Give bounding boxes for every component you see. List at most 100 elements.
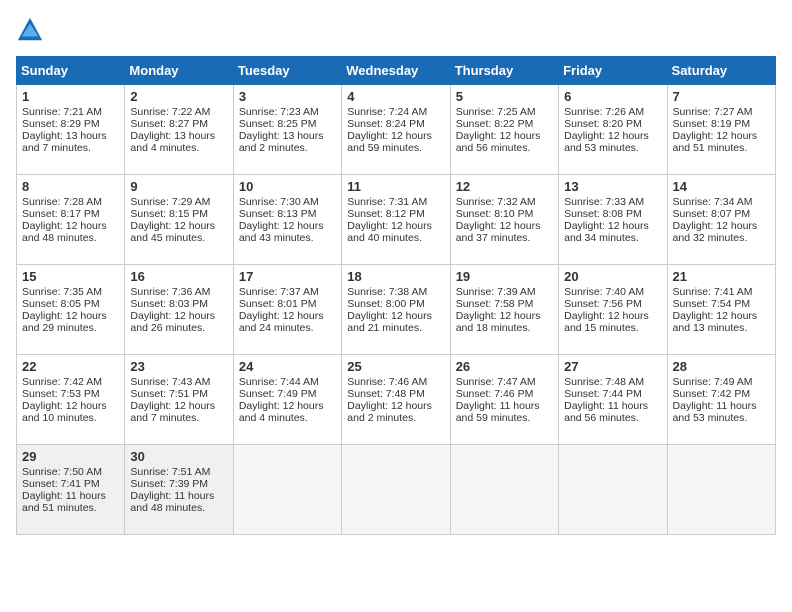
sunset: Sunset: 8:03 PM bbox=[130, 298, 208, 310]
day-number: 3 bbox=[239, 89, 336, 104]
daylight: Daylight: 11 hours and 53 minutes. bbox=[673, 400, 757, 424]
sunset: Sunset: 8:25 PM bbox=[239, 118, 317, 130]
sunrise: Sunrise: 7:36 AM bbox=[130, 286, 210, 298]
day-number: 9 bbox=[130, 179, 227, 194]
daylight: Daylight: 12 hours and 48 minutes. bbox=[22, 220, 107, 244]
day-number: 6 bbox=[564, 89, 661, 104]
daylight: Daylight: 12 hours and 29 minutes. bbox=[22, 310, 107, 334]
daylight: Daylight: 12 hours and 4 minutes. bbox=[239, 400, 324, 424]
sunset: Sunset: 8:24 PM bbox=[347, 118, 425, 130]
header-thursday: Thursday bbox=[450, 57, 558, 85]
calendar-cell: 16Sunrise: 7:36 AMSunset: 8:03 PMDayligh… bbox=[125, 265, 233, 355]
sunset: Sunset: 8:19 PM bbox=[673, 118, 751, 130]
sunset: Sunset: 8:17 PM bbox=[22, 208, 100, 220]
daylight: Daylight: 12 hours and 59 minutes. bbox=[347, 130, 432, 154]
calendar-cell bbox=[342, 445, 450, 535]
day-number: 12 bbox=[456, 179, 553, 194]
sunset: Sunset: 8:29 PM bbox=[22, 118, 100, 130]
calendar-cell: 30Sunrise: 7:51 AMSunset: 7:39 PMDayligh… bbox=[125, 445, 233, 535]
header-friday: Friday bbox=[559, 57, 667, 85]
daylight: Daylight: 13 hours and 7 minutes. bbox=[22, 130, 107, 154]
calendar-cell bbox=[450, 445, 558, 535]
sunrise: Sunrise: 7:22 AM bbox=[130, 106, 210, 118]
calendar-week-5: 29 Sunrise: 7:50 AMSunset: 7:41 PM Dayligh… bbox=[17, 445, 776, 535]
sunrise: Sunrise: 7:27 AM bbox=[673, 106, 753, 118]
sunrise: Sunrise: 7:24 AM bbox=[347, 106, 427, 118]
daylight: Daylight: 11 hours and 48 minutes. bbox=[130, 490, 214, 514]
sunset: Sunset: 7:54 PM bbox=[673, 298, 751, 310]
day-number: 27 bbox=[564, 359, 661, 374]
sunrise: Sunrise: 7:33 AM bbox=[564, 196, 644, 208]
sunrise: Sunrise: 7:21 AM bbox=[22, 106, 102, 118]
sunrise: Sunrise: 7:25 AM bbox=[456, 106, 536, 118]
sunset: Sunset: 8:13 PM bbox=[239, 208, 317, 220]
day-number: 7 bbox=[673, 89, 770, 104]
sunset: Sunset: 8:10 PM bbox=[456, 208, 534, 220]
daylight: Daylight: 11 hours and 59 minutes. bbox=[456, 400, 540, 424]
sunrise: Sunrise: 7:46 AM bbox=[347, 376, 427, 388]
daylight: Daylight: 12 hours and 51 minutes. bbox=[673, 130, 758, 154]
calendar-cell: 5Sunrise: 7:25 AMSunset: 8:22 PMDaylight… bbox=[450, 85, 558, 175]
sunrise: Sunrise: 7:44 AM bbox=[239, 376, 319, 388]
day-number: 29 bbox=[22, 449, 119, 464]
day-number: 16 bbox=[130, 269, 227, 284]
calendar-cell: 11Sunrise: 7:31 AMSunset: 8:12 PMDayligh… bbox=[342, 175, 450, 265]
daylight: Daylight: 12 hours and 10 minutes. bbox=[22, 400, 107, 424]
sunset: Sunset: 7:49 PM bbox=[239, 388, 317, 400]
daylight: Daylight: 12 hours and 7 minutes. bbox=[130, 400, 215, 424]
header-sunday: Sunday bbox=[17, 57, 125, 85]
daylight: Daylight: 12 hours and 2 minutes. bbox=[347, 400, 432, 424]
calendar-cell: 17Sunrise: 7:37 AMSunset: 8:01 PMDayligh… bbox=[233, 265, 341, 355]
daylight: Daylight: 12 hours and 24 minutes. bbox=[239, 310, 324, 334]
header-wednesday: Wednesday bbox=[342, 57, 450, 85]
calendar-week-2: 8Sunrise: 7:28 AMSunset: 8:17 PMDaylight… bbox=[17, 175, 776, 265]
sunrise: Sunrise: 7:47 AM bbox=[456, 376, 536, 388]
sunrise: Sunrise: 7:30 AM bbox=[239, 196, 319, 208]
sunrise: Sunrise: 7:28 AM bbox=[22, 196, 102, 208]
day-number: 25 bbox=[347, 359, 444, 374]
daylight: Daylight: 12 hours and 21 minutes. bbox=[347, 310, 432, 334]
sunrise: Sunrise: 7:38 AM bbox=[347, 286, 427, 298]
daylight: Daylight: 12 hours and 34 minutes. bbox=[564, 220, 649, 244]
sunrise: Sunrise: 7:50 AM bbox=[22, 466, 102, 478]
calendar-cell: 21Sunrise: 7:41 AMSunset: 7:54 PMDayligh… bbox=[667, 265, 775, 355]
sunset: Sunset: 8:22 PM bbox=[456, 118, 534, 130]
day-number: 13 bbox=[564, 179, 661, 194]
sunrise: Sunrise: 7:49 AM bbox=[673, 376, 753, 388]
daylight: Daylight: 13 hours and 4 minutes. bbox=[130, 130, 215, 154]
day-number: 18 bbox=[347, 269, 444, 284]
sunset: Sunset: 8:08 PM bbox=[564, 208, 642, 220]
calendar-cell: 19Sunrise: 7:39 AMSunset: 7:58 PMDayligh… bbox=[450, 265, 558, 355]
calendar-cell: 23 Sunrise: 7:43 AMSunset: 7:51 PMDayligh… bbox=[125, 355, 233, 445]
calendar-cell: 15Sunrise: 7:35 AMSunset: 8:05 PMDayligh… bbox=[17, 265, 125, 355]
sunset: Sunset: 8:01 PM bbox=[239, 298, 317, 310]
sunset: Sunset: 7:41 PM bbox=[22, 478, 100, 490]
day-number: 23 bbox=[130, 359, 227, 374]
sunset: Sunset: 8:05 PM bbox=[22, 298, 100, 310]
calendar-cell: 13 Sunrise: 7:33 AMSunset: 8:08 PMDayligh… bbox=[559, 175, 667, 265]
day-number: 8 bbox=[22, 179, 119, 194]
day-number: 15 bbox=[22, 269, 119, 284]
calendar-cell: 28Sunrise: 7:49 AMSunset: 7:42 PMDayligh… bbox=[667, 355, 775, 445]
sunset: Sunset: 8:00 PM bbox=[347, 298, 425, 310]
calendar-cell: 9Sunrise: 7:29 AMSunset: 8:15 PMDaylight… bbox=[125, 175, 233, 265]
sunrise: Sunrise: 7:31 AM bbox=[347, 196, 427, 208]
daylight: Daylight: 12 hours and 37 minutes. bbox=[456, 220, 541, 244]
calendar-cell: 12 Sunrise: 7:32 AMSunset: 8:10 PMDayligh… bbox=[450, 175, 558, 265]
daylight: Daylight: 12 hours and 32 minutes. bbox=[673, 220, 758, 244]
day-number: 28 bbox=[673, 359, 770, 374]
day-number: 20 bbox=[564, 269, 661, 284]
day-number: 19 bbox=[456, 269, 553, 284]
calendar-cell: 10Sunrise: 7:30 AMSunset: 8:13 PMDayligh… bbox=[233, 175, 341, 265]
sunset: Sunset: 7:51 PM bbox=[130, 388, 208, 400]
daylight: Daylight: 12 hours and 13 minutes. bbox=[673, 310, 758, 334]
daylight: Daylight: 12 hours and 56 minutes. bbox=[456, 130, 541, 154]
day-number: 11 bbox=[347, 179, 444, 194]
day-number: 4 bbox=[347, 89, 444, 104]
sunrise: Sunrise: 7:32 AM bbox=[456, 196, 536, 208]
sunrise: Sunrise: 7:26 AM bbox=[564, 106, 644, 118]
sunrise: Sunrise: 7:34 AM bbox=[673, 196, 753, 208]
sunrise: Sunrise: 7:43 AM bbox=[130, 376, 210, 388]
sunset: Sunset: 7:58 PM bbox=[456, 298, 534, 310]
sunrise: Sunrise: 7:48 AM bbox=[564, 376, 644, 388]
